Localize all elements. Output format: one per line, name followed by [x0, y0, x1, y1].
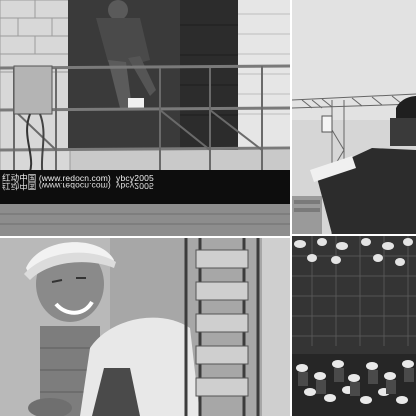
photo-collage: 红动中国 (www.redocn.com) ybcy2005 红动中国 (www…	[0, 0, 416, 416]
smiling-worker-image	[0, 238, 290, 416]
tower-crane-photo	[292, 0, 416, 234]
tower-crane-image	[292, 0, 416, 234]
workers-crowd-photo	[292, 236, 416, 416]
watermark-code-reflection: ybcy2005	[116, 181, 154, 191]
watermark-site-reflection: 红动中国 (www.redocn.com)	[2, 181, 111, 191]
smiling-worker-photo	[0, 238, 290, 416]
watermark-banner: 红动中国 (www.redocn.com) ybcy2005 红动中国 (www…	[0, 170, 290, 204]
workers-crowd-image	[292, 236, 416, 416]
